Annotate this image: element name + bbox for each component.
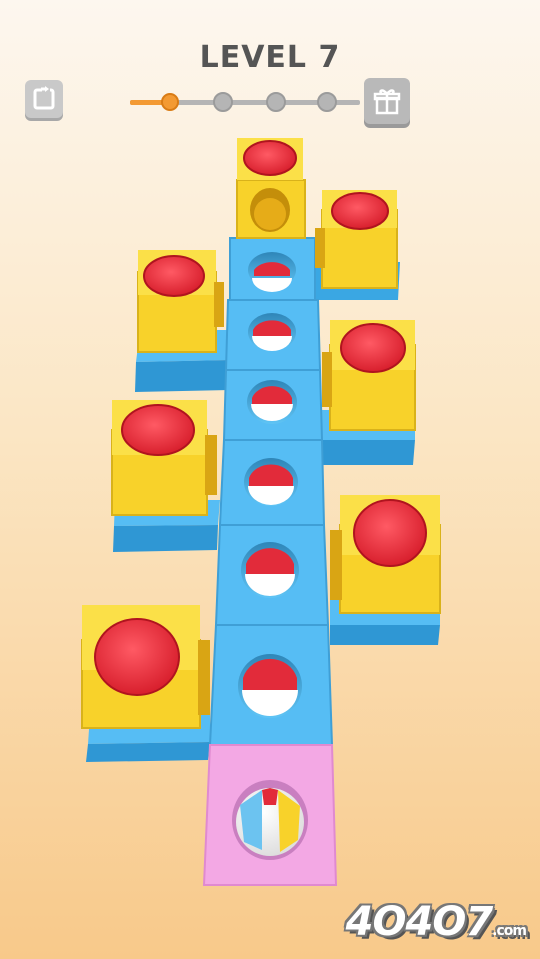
block-right-2 (322, 320, 416, 431)
game-board (81, 138, 441, 886)
watermark-logo: 4O4O7.com (345, 899, 527, 945)
block-left-2 (111, 400, 217, 516)
block-right-1 (315, 190, 398, 289)
block-left-1 (137, 250, 224, 353)
block-right-3 (330, 495, 441, 614)
block-left-3 (81, 605, 210, 729)
player-ball (232, 780, 308, 860)
block-top (236, 138, 306, 239)
